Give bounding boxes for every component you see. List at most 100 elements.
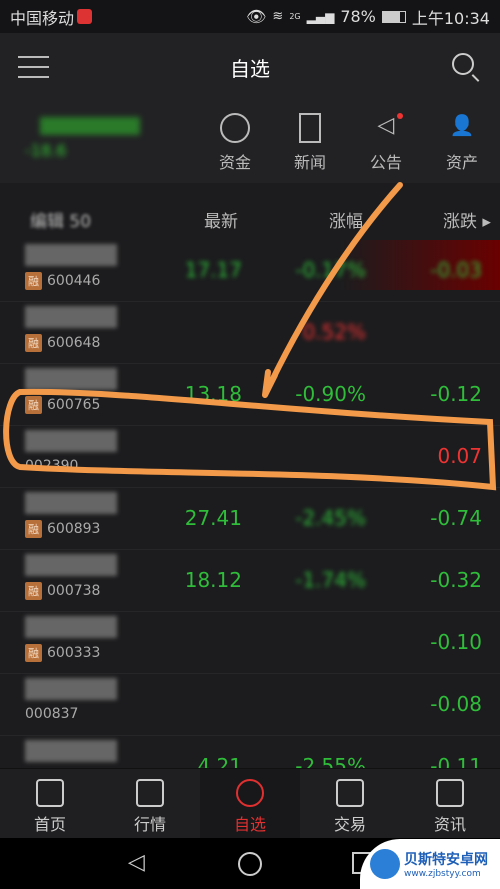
chg-value: -0.08	[430, 692, 482, 716]
tab-label: 自选	[233, 815, 266, 834]
stock-code: 600765	[47, 397, 101, 413]
margin-badge: 融	[25, 272, 42, 290]
margin-badge: 融	[25, 334, 42, 352]
wifi-icon: ≋	[272, 9, 284, 24]
news-icon	[299, 113, 321, 143]
stock-code-wrap: 融 600446	[25, 272, 100, 290]
label: 资产	[445, 153, 478, 172]
label: 资金	[218, 153, 251, 172]
col-change[interactable]: 涨跌 ▸	[443, 207, 491, 232]
tab-home[interactable]: 首页	[0, 769, 100, 838]
menu-icon[interactable]	[18, 56, 49, 86]
tab-info[interactable]: 资讯	[400, 769, 500, 838]
stock-code: 000837	[25, 706, 79, 722]
price-value: 18.12	[184, 568, 242, 592]
back-button[interactable]: ◁	[128, 850, 145, 875]
table-row[interactable]: 融 600446 17.17 -0.17% -0.03	[0, 240, 500, 302]
stock-name-blurred	[25, 430, 117, 452]
battery-level: 78%	[340, 7, 376, 26]
margin-badge: 融	[25, 644, 42, 662]
stock-code: 600333	[47, 645, 101, 661]
tab-trade[interactable]: 交易	[300, 769, 400, 838]
fund-icon	[220, 113, 250, 143]
price-value: 13.18	[184, 382, 242, 406]
quick-link-fund[interactable]: 资金	[205, 113, 265, 173]
table-row[interactable]: 融 600333 -0.10	[0, 612, 500, 674]
stock-code-wrap: 000837	[25, 706, 78, 722]
tab-label: 行情	[133, 815, 166, 834]
table-row[interactable]: 融 000738 18.12 -1.74% -0.32	[0, 550, 500, 612]
stock-name-blurred	[25, 554, 117, 576]
col-change-pct[interactable]: 涨幅	[329, 207, 363, 232]
quick-link-asset[interactable]: 👤 资产	[432, 113, 492, 173]
asset-icon: 👤	[449, 113, 475, 137]
index-widget[interactable]: -18.6	[25, 117, 160, 167]
stock-code-wrap: 融 600333	[25, 644, 100, 662]
table-row[interactable]: 融 600765 13.18 -0.90% -0.12	[0, 364, 500, 426]
quick-link-announcement[interactable]: ◁ 公告	[356, 113, 416, 173]
stock-code-wrap: 融 000738	[25, 582, 100, 600]
tab-label: 首页	[33, 815, 66, 834]
stock-code: 600648	[47, 335, 101, 351]
label: 公告	[369, 153, 402, 172]
status-bar: 中国移动 👁 ≋ 2G ▂▄▆ 78% 上午10:34	[0, 0, 500, 33]
stock-name-blurred	[25, 306, 117, 328]
pct-value: -1.74%	[295, 568, 366, 592]
pct-value: 0.52%	[302, 320, 366, 344]
label: 新闻	[293, 153, 326, 172]
col-latest[interactable]: 最新	[204, 207, 238, 232]
stock-code: 000738	[47, 583, 101, 599]
watermark: 贝斯特安卓网 www.zjbstyy.com	[360, 839, 500, 889]
tab-label: 交易	[333, 815, 366, 834]
info-icon	[436, 779, 464, 807]
tab-chart[interactable]: 行情	[100, 769, 200, 838]
quick-link-news[interactable]: 新闻	[280, 113, 340, 173]
system-nav-bar: ◁ 贝斯特安卓网 www.zjbstyy.com	[0, 838, 500, 889]
stock-code-wrap: 002390	[25, 458, 78, 474]
chg-value: -0.03	[430, 258, 482, 282]
battery-icon	[381, 10, 406, 23]
label: 涨跌	[443, 212, 477, 232]
stock-name-blurred	[25, 368, 117, 390]
watchlist: 融 600446 17.17 -0.17% -0.03 融 600648 0.52% 融…	[0, 240, 500, 798]
search-icon[interactable]	[452, 53, 474, 75]
clock: 上午10:34	[411, 8, 490, 28]
chg-value: -0.74	[430, 506, 482, 530]
stock-name-blurred	[25, 616, 117, 638]
watchlist-icon	[236, 779, 264, 807]
table-row[interactable]: 002390 0.07	[0, 426, 500, 488]
stock-name-blurred	[25, 244, 117, 266]
notification-dot	[397, 113, 403, 119]
home-button[interactable]	[238, 852, 262, 876]
stock-name-blurred	[25, 678, 117, 700]
stock-code-wrap: 融 600893	[25, 520, 100, 538]
table-row[interactable]: 融 600648 0.52%	[0, 302, 500, 364]
table-header: 编辑 50 最新 涨幅 涨跌 ▸	[0, 193, 500, 240]
top-nav: 自选	[0, 33, 500, 101]
pct-value: -2.45%	[295, 506, 366, 530]
market-summary: -18.6 资金 新闻 ◁ 公告 👤 资产	[0, 101, 500, 183]
pct-value: -0.90%	[295, 382, 366, 406]
margin-badge: 融	[25, 520, 42, 538]
table-row[interactable]: 000837 -0.08	[0, 674, 500, 736]
home-icon	[36, 779, 64, 807]
stock-code: 600893	[47, 521, 101, 537]
chg-value: 0.07	[437, 444, 482, 468]
page-title: 自选	[230, 56, 270, 81]
eye-icon: 👁	[246, 7, 267, 26]
chg-value: -0.10	[430, 630, 482, 654]
margin-badge: 融	[25, 396, 42, 414]
stock-code-wrap: 融 600648	[25, 334, 100, 352]
price-value: 27.41	[184, 506, 242, 530]
edit-button[interactable]: 编辑 50	[30, 207, 91, 232]
pct-value: -0.17%	[295, 258, 366, 282]
stock-name-blurred	[25, 492, 117, 514]
shell-logo-icon	[370, 849, 400, 879]
announcement-icon: ◁	[371, 113, 403, 143]
table-row[interactable]: 融 600893 27.41 -2.45% -0.74	[0, 488, 500, 550]
network-type: 2G	[289, 12, 301, 21]
tab-watchlist[interactable]: 自选	[200, 769, 300, 838]
app-notification-icon	[77, 9, 93, 24]
bottom-tab-bar: 首页 行情 自选 交易 资讯	[0, 768, 500, 838]
watermark-name: 贝斯特安卓网	[404, 852, 488, 868]
